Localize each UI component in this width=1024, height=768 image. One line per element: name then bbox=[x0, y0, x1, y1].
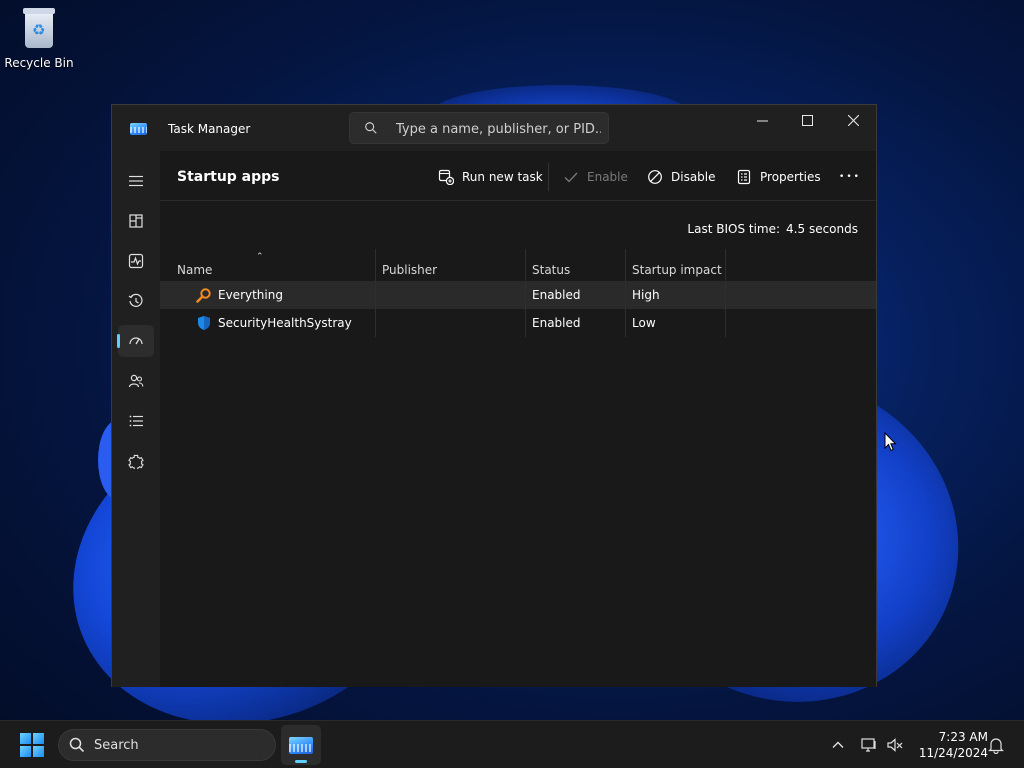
last-bios-time: Last BIOS time: 4.5 seconds bbox=[687, 222, 858, 236]
nav-users[interactable] bbox=[118, 365, 154, 397]
cell-status: Enabled bbox=[526, 309, 626, 337]
disable-icon bbox=[648, 170, 662, 184]
properties-icon bbox=[737, 169, 751, 185]
table-header: ⌃ Name Publisher Status Startup impact bbox=[160, 249, 876, 281]
cell-startup-impact: High bbox=[626, 281, 726, 309]
sort-ascending-icon: ⌃ bbox=[256, 252, 264, 262]
mouse-cursor-icon bbox=[884, 432, 897, 452]
title-bar[interactable]: Task Manager bbox=[112, 105, 876, 151]
disable-button[interactable]: Disable bbox=[647, 165, 716, 189]
desktop-icon-recycle-bin[interactable]: ♻ Recycle Bin bbox=[4, 6, 74, 70]
enable-button[interactable]: Enable bbox=[563, 165, 628, 189]
taskbar-search[interactable]: Search bbox=[58, 729, 276, 761]
details-icon bbox=[129, 415, 143, 427]
taskbar-search-label: Search bbox=[94, 738, 139, 753]
command-bar: Startup apps Run new task Enable Disable… bbox=[160, 151, 876, 201]
performance-icon bbox=[128, 253, 144, 269]
table-row[interactable]: Everything Enabled High bbox=[160, 281, 876, 309]
cell-name: SecurityHealthSystray bbox=[160, 309, 376, 337]
cell-publisher bbox=[376, 281, 526, 309]
search-input[interactable] bbox=[396, 119, 601, 139]
system-clock[interactable]: 7:23 AM 11/24/2024 bbox=[912, 729, 988, 761]
minimize-icon bbox=[756, 120, 768, 121]
table-row[interactable]: SecurityHealthSystray Enabled Low bbox=[160, 309, 876, 337]
network-icon[interactable] bbox=[860, 736, 878, 754]
hamburger-icon bbox=[129, 175, 143, 187]
run-new-task-button[interactable]: Run new task bbox=[438, 165, 543, 189]
task-manager-app-icon bbox=[130, 123, 147, 135]
run-new-task-label: Run new task bbox=[462, 170, 543, 184]
windows-logo-icon bbox=[20, 733, 31, 744]
nav-details[interactable] bbox=[118, 405, 154, 437]
bios-label: Last BIOS time: bbox=[687, 222, 781, 236]
column-header-publisher-label: Publisher bbox=[382, 263, 438, 277]
startup-apps-page: Startup apps Run new task Enable Disable… bbox=[160, 151, 876, 687]
start-button[interactable] bbox=[20, 733, 44, 757]
startup-icon bbox=[129, 337, 143, 345]
nav-app-history[interactable] bbox=[118, 285, 154, 317]
cell-startup-impact: Low bbox=[626, 309, 726, 337]
clock-date: 11/24/2024 bbox=[918, 746, 988, 760]
more-options-button[interactable]: ••• bbox=[839, 165, 861, 189]
column-header-name-label: Name bbox=[177, 263, 213, 277]
recycle-bin-icon: ♻ bbox=[21, 6, 57, 50]
history-icon bbox=[128, 293, 143, 307]
column-header-status-label: Status bbox=[532, 263, 571, 277]
running-indicator bbox=[295, 760, 307, 763]
column-header-publisher[interactable]: Publisher bbox=[376, 249, 526, 281]
nav-performance[interactable] bbox=[118, 245, 154, 277]
chevron-up-icon[interactable] bbox=[829, 736, 847, 754]
nav-startup-apps[interactable] bbox=[117, 325, 154, 357]
cell-name: Everything bbox=[160, 281, 376, 309]
column-header-name[interactable]: ⌃ Name bbox=[160, 249, 376, 281]
search-icon bbox=[69, 737, 85, 753]
column-header-startup-impact[interactable]: Startup impact bbox=[626, 249, 726, 281]
taskbar: Search 7:23 AM 11/24/2024 bbox=[0, 720, 1024, 768]
processes-icon bbox=[129, 214, 143, 228]
properties-button[interactable]: Properties bbox=[736, 165, 821, 189]
page-title: Startup apps bbox=[177, 169, 280, 185]
notification-bell-icon[interactable] bbox=[987, 736, 1005, 754]
cell-status: Enabled bbox=[526, 281, 626, 309]
clock-time: 7:23 AM bbox=[938, 730, 988, 744]
run-new-task-icon bbox=[438, 169, 454, 185]
nav-processes[interactable] bbox=[118, 205, 154, 237]
close-icon bbox=[847, 114, 859, 126]
taskbar-task-manager-button[interactable] bbox=[281, 725, 321, 765]
enable-label: Enable bbox=[587, 170, 628, 184]
checkmark-icon bbox=[564, 172, 578, 183]
task-manager-app-icon bbox=[289, 736, 313, 754]
users-icon bbox=[128, 374, 144, 388]
volume-muted-icon[interactable] bbox=[886, 736, 904, 754]
minimize-button[interactable] bbox=[739, 105, 785, 135]
bios-value: 4.5 seconds bbox=[786, 222, 858, 236]
navigation-sidebar bbox=[112, 151, 160, 768]
nav-services[interactable] bbox=[118, 445, 154, 477]
column-header-impact-label: Startup impact bbox=[632, 263, 722, 277]
search-icon bbox=[365, 122, 377, 134]
startup-apps-table: ⌃ Name Publisher Status Startup impact E… bbox=[160, 249, 876, 337]
maximize-button[interactable] bbox=[784, 105, 830, 135]
more-options-icon: ••• bbox=[839, 172, 861, 182]
task-manager-window: Task Manager Type a name, publisher, or … bbox=[111, 104, 877, 768]
column-header-status[interactable]: Status bbox=[526, 249, 626, 281]
disable-label: Disable bbox=[671, 170, 716, 184]
nav-menu-button[interactable] bbox=[118, 165, 154, 197]
close-button[interactable] bbox=[830, 105, 876, 135]
services-icon bbox=[128, 454, 144, 469]
window-title: Task Manager bbox=[168, 122, 251, 136]
toolbar-divider bbox=[548, 163, 549, 191]
search-box[interactable] bbox=[349, 112, 609, 144]
cell-publisher bbox=[376, 309, 526, 337]
recycle-bin-label: Recycle Bin bbox=[4, 56, 74, 70]
maximize-icon bbox=[801, 114, 813, 126]
properties-label: Properties bbox=[760, 170, 821, 184]
